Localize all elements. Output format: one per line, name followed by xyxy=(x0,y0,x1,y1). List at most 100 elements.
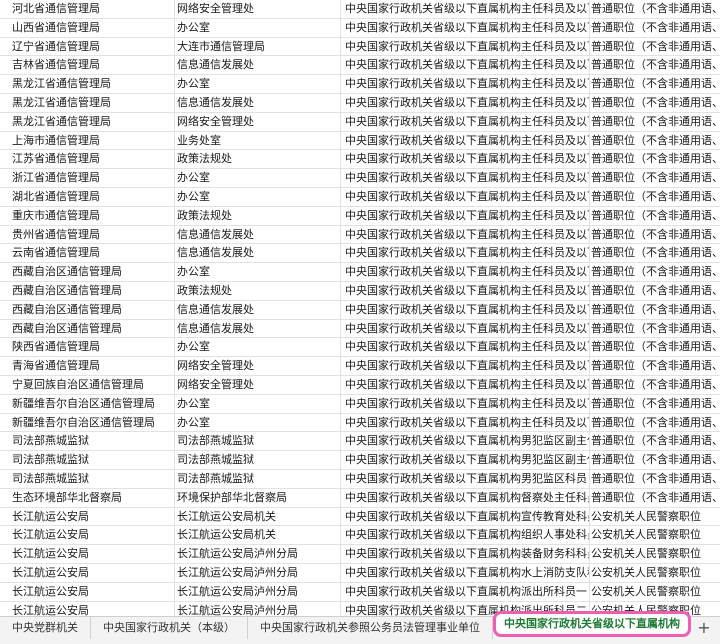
category-cell[interactable]: 普通职位（不含非通用语、特 xyxy=(590,75,720,93)
position-cell[interactable]: 中央国家行政机关省级以下直属机构主任科员及以下 xyxy=(341,281,590,300)
department-cell[interactable]: 长江航运公安局 xyxy=(0,582,175,601)
department-cell[interactable]: 新疆维吾尔自治区通信管理局 xyxy=(0,413,175,432)
category-cell[interactable]: 普通职位（不含非通用语、特 xyxy=(590,188,720,206)
position-cell[interactable]: 中央国家行政机关省级以下直属机构主任科员及以下 xyxy=(341,56,590,75)
position-cell[interactable]: 中央国家行政机关省级以下直属机构派出所科员一 xyxy=(341,582,590,601)
category-cell[interactable]: 普通职位（不含非通用语、特 xyxy=(590,451,720,469)
unit-cell[interactable]: 办公室 xyxy=(175,75,341,93)
unit-cell[interactable]: 长江航运公安局泸州分局 xyxy=(175,563,341,582)
position-cell[interactable]: 中央国家行政机关省级以下直属机构水上消防支队科员 xyxy=(341,563,590,582)
sheet-tab-central-admin[interactable]: 中央国家行政机关（本级） xyxy=(91,617,248,639)
category-cell[interactable]: 普通职位（不含非通用语、特 xyxy=(590,19,720,37)
unit-cell[interactable]: 网络安全管理处 xyxy=(175,375,341,394)
department-cell[interactable]: 生态环境部华北督察局 xyxy=(0,488,175,507)
position-cell[interactable]: 中央国家行政机关省级以下直属机构男犯监区副主任科员 xyxy=(341,451,590,469)
position-cell[interactable]: 中央国家行政机关省级以下直属机构主任科员及以下 xyxy=(341,206,590,225)
category-cell[interactable]: 普通职位（不含非通用语、特 xyxy=(590,301,720,319)
position-cell[interactable]: 中央国家行政机关省级以下直属机构男犯监区科员 xyxy=(341,469,590,488)
department-cell[interactable]: 青海省通信管理局 xyxy=(0,357,175,375)
department-cell[interactable]: 司法部燕城监狱 xyxy=(0,432,175,451)
position-cell[interactable]: 中央国家行政机关省级以下直属机构督察处主任科员及 xyxy=(341,488,590,507)
unit-cell[interactable]: 长江航运公安局机关 xyxy=(175,507,341,526)
department-cell[interactable]: 长江航运公安局 xyxy=(0,507,175,526)
department-cell[interactable]: 云南省通信管理局 xyxy=(0,244,175,263)
position-cell[interactable]: 中央国家行政机关省级以下直属机构主任科员及以下 xyxy=(341,0,590,18)
department-cell[interactable]: 湖北省通信管理局 xyxy=(0,187,175,206)
department-cell[interactable]: 西藏自治区通信管理局 xyxy=(0,300,175,319)
category-cell[interactable]: 普通职位（不含非通用语、特 xyxy=(590,395,720,413)
unit-cell[interactable]: 信息通信发展处 xyxy=(175,300,341,319)
unit-cell[interactable]: 司法部燕城监狱 xyxy=(175,432,341,451)
position-cell[interactable]: 中央国家行政机关省级以下直属机构主任科员及以下 xyxy=(341,131,590,150)
category-cell[interactable]: 普通职位（不含非通用语、特 xyxy=(590,113,720,131)
position-cell[interactable]: 中央国家行政机关省级以下直属机构主任科员及以下 xyxy=(341,300,590,319)
unit-cell[interactable]: 司法部燕城监狱 xyxy=(175,469,341,488)
department-cell[interactable]: 吉林省通信管理局 xyxy=(0,56,175,75)
unit-cell[interactable]: 办公室 xyxy=(175,394,341,413)
unit-cell[interactable]: 长江航运公安局泸州分局 xyxy=(175,545,341,563)
department-cell[interactable]: 西藏自治区通信管理局 xyxy=(0,319,175,338)
position-cell[interactable]: 中央国家行政机关省级以下直属机构主任科员及以下 xyxy=(341,75,590,93)
category-cell[interactable]: 普通职位（不含非通用语、特 xyxy=(590,56,720,74)
position-cell[interactable]: 中央国家行政机关省级以下直属机构主任科员及以下 xyxy=(341,375,590,394)
category-cell[interactable]: 公安机关人民警察职位 xyxy=(590,508,720,526)
category-cell[interactable]: 普通职位（不含非通用语、特 xyxy=(590,207,720,225)
category-cell[interactable]: 普通职位（不含非通用语、特 xyxy=(590,432,720,450)
category-cell[interactable]: 普通职位（不含非通用语、特 xyxy=(590,94,720,112)
position-cell[interactable]: 中央国家行政机关省级以下直属机构装备财务科科员 xyxy=(341,545,590,563)
position-cell[interactable]: 中央国家行政机关省级以下直属机构主任科员及以下 xyxy=(341,37,590,56)
category-cell[interactable]: 公安机关人民警察职位 xyxy=(590,583,720,601)
category-cell[interactable]: 公安机关人民警察职位 xyxy=(590,526,720,544)
position-cell[interactable]: 中央国家行政机关省级以下直属机构主任科员及以下 xyxy=(341,263,590,281)
department-cell[interactable]: 司法部燕城监狱 xyxy=(0,451,175,469)
unit-cell[interactable]: 政策法规处 xyxy=(175,281,341,300)
department-cell[interactable]: 辽宁省通信管理局 xyxy=(0,37,175,56)
unit-cell[interactable]: 业务处室 xyxy=(175,131,341,150)
add-sheet-button[interactable]: + xyxy=(691,617,717,639)
category-cell[interactable]: 普通职位（不含非通用语、特 xyxy=(590,414,720,432)
department-cell[interactable]: 长江航运公安局 xyxy=(0,545,175,563)
department-cell[interactable]: 长江航运公安局 xyxy=(0,526,175,545)
position-cell[interactable]: 中央国家行政机关省级以下直属机构主任科员及以下 xyxy=(341,169,590,187)
category-cell[interactable]: 普通职位（不含非通用语、特 xyxy=(590,132,720,150)
unit-cell[interactable]: 长江航运公安局泸州分局 xyxy=(175,582,341,601)
unit-cell[interactable]: 大连市通信管理局 xyxy=(175,37,341,56)
position-cell[interactable]: 中央国家行政机关省级以下直属机构男犯监区副主任科员 xyxy=(341,432,590,451)
category-cell[interactable]: 普通职位（不含非通用语、特 xyxy=(590,226,720,244)
department-cell[interactable]: 司法部燕城监狱 xyxy=(0,469,175,488)
department-cell[interactable]: 河北省通信管理局 xyxy=(0,0,175,18)
position-cell[interactable]: 中央国家行政机关省级以下直属机构主任科员及以下 xyxy=(341,394,590,413)
category-cell[interactable]: 普通职位（不含非通用语、特 xyxy=(590,320,720,338)
position-cell[interactable]: 中央国家行政机关省级以下直属机构主任科员及以下 xyxy=(341,150,590,169)
department-cell[interactable]: 黑龙江省通信管理局 xyxy=(0,112,175,131)
category-cell[interactable]: 公安机关人民警察职位 xyxy=(590,545,720,563)
unit-cell[interactable]: 信息通信发展处 xyxy=(175,56,341,75)
unit-cell[interactable]: 办公室 xyxy=(175,413,341,432)
department-cell[interactable]: 江苏省通信管理局 xyxy=(0,150,175,169)
department-cell[interactable]: 西藏自治区通信管理局 xyxy=(0,263,175,281)
unit-cell[interactable]: 环境保护部华北督察局 xyxy=(175,488,341,507)
category-cell[interactable]: 普通职位（不含非通用语、特 xyxy=(590,338,720,356)
department-cell[interactable]: 长江航运公安局 xyxy=(0,601,175,616)
department-cell[interactable]: 重庆市通信管理局 xyxy=(0,206,175,225)
unit-cell[interactable]: 办公室 xyxy=(175,169,341,187)
category-cell[interactable]: 普通职位（不含非通用语、特 xyxy=(590,244,720,262)
unit-cell[interactable]: 办公室 xyxy=(175,263,341,281)
department-cell[interactable]: 山西省通信管理局 xyxy=(0,18,175,37)
category-cell[interactable]: 普通职位（不含非通用语、特 xyxy=(590,489,720,507)
unit-cell[interactable]: 信息通信发展处 xyxy=(175,225,341,244)
department-cell[interactable]: 宁夏回族自治区通信管理局 xyxy=(0,375,175,394)
category-cell[interactable]: 普通职位（不含非通用语、特 xyxy=(590,38,720,56)
sheet-tab-provincial-subordinate[interactable]: 中央国家行政机关省级以下直属机构 xyxy=(493,611,691,637)
category-cell[interactable]: 普通职位（不含非通用语、特 xyxy=(590,357,720,375)
department-cell[interactable]: 上海市通信管理局 xyxy=(0,131,175,150)
position-cell[interactable]: 中央国家行政机关省级以下直属机构主任科员及以下 xyxy=(341,244,590,263)
unit-cell[interactable]: 办公室 xyxy=(175,338,341,357)
department-cell[interactable]: 陕西省通信管理局 xyxy=(0,338,175,357)
category-cell[interactable]: 普通职位（不含非通用语、特 xyxy=(590,376,720,394)
unit-cell[interactable]: 政策法规处 xyxy=(175,150,341,169)
position-cell[interactable]: 中央国家行政机关省级以下直属机构主任科员及以下 xyxy=(341,357,590,375)
unit-cell[interactable]: 网络安全管理处 xyxy=(175,0,341,18)
position-cell[interactable]: 中央国家行政机关省级以下直属机构主任科员及以下 xyxy=(341,338,590,357)
unit-cell[interactable]: 网络安全管理处 xyxy=(175,112,341,131)
